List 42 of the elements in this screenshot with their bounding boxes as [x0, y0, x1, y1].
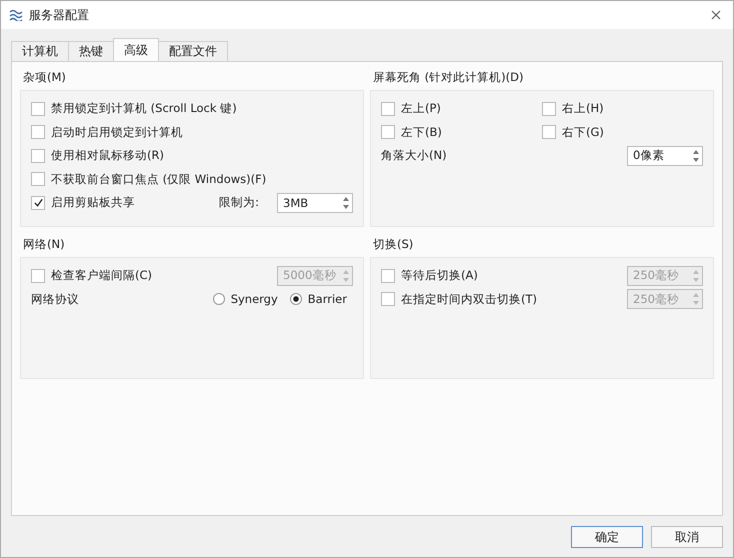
radio-button[interactable] — [290, 293, 302, 306]
checkbox-label: 等待后切换(A) — [401, 268, 478, 284]
tab[interactable]: 配置文件 — [158, 41, 228, 61]
group-title: 网络(N) — [23, 237, 65, 252]
checkbox-label: 右上(H) — [562, 101, 604, 116]
checkbox-label: 使用相对鼠标移动(R) — [51, 148, 164, 164]
group-title: 切换(S) — [373, 237, 414, 252]
dialog-button[interactable]: 确定 — [571, 526, 643, 548]
checkbox-label: 在指定时间内双击切换(T) — [401, 292, 537, 307]
checkbox-label: 禁用锁定到计算机 (Scroll Lock 键) — [51, 101, 237, 116]
size-label: 角落大小(N) — [381, 148, 447, 164]
protocol-label: 网络协议 — [31, 292, 79, 307]
checkbox[interactable] — [542, 102, 556, 116]
limit-label: 限制为: — [219, 195, 259, 210]
checkbox[interactable] — [381, 102, 395, 116]
tab[interactable]: 高级 — [113, 38, 159, 61]
checkbox[interactable] — [381, 125, 395, 140]
waves-icon — [9, 9, 23, 21]
spin-box[interactable]: 0像素 — [627, 146, 703, 166]
checkbox[interactable] — [31, 102, 45, 116]
radio-label: Barrier — [308, 292, 347, 306]
checkbox-label: 不获取前台窗口焦点 (仅限 Windows)(F) — [51, 172, 266, 187]
checkbox-label: 左上(P) — [401, 101, 441, 116]
group-title: 屏幕死角 (针对此计算机)(D) — [373, 70, 524, 85]
checkbox-label: 启用剪贴板共享 — [51, 195, 135, 210]
close-icon[interactable] — [711, 10, 721, 20]
checkbox-label: 左下(B) — [401, 124, 442, 140]
checkbox-label: 检查客户端间隔(C) — [51, 268, 152, 284]
checkbox[interactable] — [31, 125, 45, 140]
radio-label: Synergy — [230, 292, 278, 306]
checkbox[interactable] — [31, 196, 45, 210]
checkbox[interactable] — [31, 148, 45, 163]
dialog-button[interactable]: 取消 — [651, 526, 723, 548]
tab[interactable]: 计算机 — [11, 41, 69, 61]
checkbox-label: 右下(G) — [562, 124, 604, 140]
spin-box[interactable]: 3MB — [277, 192, 353, 213]
checkbox-label: 启动时启用锁定到计算机 — [51, 124, 183, 140]
checkbox[interactable] — [31, 172, 45, 186]
window-title: 服务器配置 — [29, 6, 89, 24]
checkbox[interactable] — [542, 125, 556, 140]
group-title: 杂项(M) — [23, 70, 66, 85]
radio-button[interactable] — [212, 293, 225, 306]
